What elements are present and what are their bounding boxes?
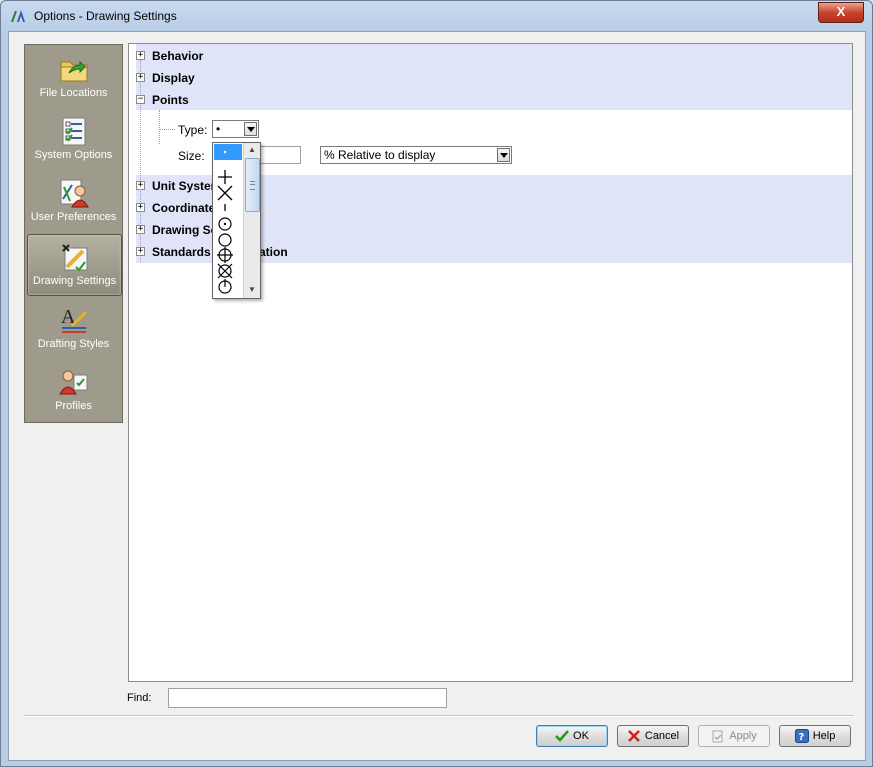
ok-button[interactable]: OK xyxy=(536,725,608,747)
apply-page-icon xyxy=(712,730,723,743)
circle-point-icon xyxy=(218,233,232,247)
title-bar: Options - Drawing Settings X xyxy=(1,1,872,31)
svg-text:?: ? xyxy=(798,732,804,743)
expand-icon[interactable]: + xyxy=(136,203,145,212)
nav-label: User Preferences xyxy=(30,211,117,223)
point-type-option-dot[interactable] xyxy=(214,144,242,160)
find-input[interactable] xyxy=(168,688,447,708)
nav-label: System Options xyxy=(34,149,113,161)
expand-icon[interactable]: + xyxy=(136,51,145,60)
folder-arrow-icon xyxy=(60,60,87,82)
x-point-icon xyxy=(217,185,233,201)
tick-point-icon xyxy=(224,204,226,211)
tree-node-label: Display xyxy=(152,71,195,85)
point-type-option-circle-x[interactable] xyxy=(214,263,242,279)
dropdown-scrollbar[interactable]: ▲ ▼ xyxy=(243,143,260,298)
point-type-dropdown-list[interactable]: ▲ ▼ xyxy=(212,142,261,299)
nav-label: Profiles xyxy=(55,400,92,412)
checklist-icon xyxy=(62,117,85,146)
tree-node-label: Drawing Se xyxy=(152,223,218,237)
nav-item-system-options[interactable]: System Options xyxy=(27,109,120,169)
point-type-option-x[interactable] xyxy=(214,184,242,202)
apply-button[interactable]: Apply xyxy=(698,725,770,747)
check-icon xyxy=(555,730,569,742)
dialog-client-area: File Locations System Options User Prefe… xyxy=(8,31,866,761)
window-title: Options - Drawing Settings xyxy=(34,9,177,23)
nav-label: Drafting Styles xyxy=(37,338,110,350)
tree-connector xyxy=(159,129,175,130)
type-label: Type: xyxy=(178,123,208,137)
options-window: Options - Drawing Settings X File Locati… xyxy=(0,0,873,767)
size-mode-combo[interactable]: % Relative to display xyxy=(320,146,512,164)
dropdown-arrow-icon[interactable] xyxy=(497,148,510,162)
scroll-down-icon[interactable]: ▼ xyxy=(245,283,259,297)
circle-tick-point-icon xyxy=(218,279,232,294)
help-icon: ? xyxy=(794,729,809,744)
nav-label: Drawing Settings xyxy=(32,275,117,287)
point-type-option-circle[interactable] xyxy=(214,232,242,248)
drafting-styles-icon: A xyxy=(61,306,87,333)
point-type-option-tick[interactable] xyxy=(214,202,242,214)
find-label: Find: xyxy=(127,692,152,704)
separator xyxy=(24,715,854,717)
point-type-option-circle-plus[interactable] xyxy=(214,247,242,263)
point-type-option-circle-dot[interactable] xyxy=(214,216,242,232)
size-mode-value: % Relative to display xyxy=(324,148,436,162)
point-type-option-circle-tick[interactable] xyxy=(214,279,242,295)
expand-icon[interactable]: + xyxy=(136,225,145,234)
nav-item-drafting-styles[interactable]: A Drafting Styles xyxy=(27,298,120,358)
nav-item-file-locations[interactable]: File Locations xyxy=(27,47,120,107)
circle-dot-point-icon xyxy=(218,217,232,231)
help-button[interactable]: ? Help xyxy=(779,725,851,747)
nav-item-drawing-settings[interactable]: Drawing Settings xyxy=(27,234,122,296)
scroll-up-icon[interactable]: ▲ xyxy=(245,143,259,157)
scroll-thumb[interactable] xyxy=(245,158,260,212)
tree-band-top xyxy=(136,44,852,110)
tree-node-label: Unit Systen xyxy=(152,179,219,193)
nav-label: File Locations xyxy=(39,87,108,99)
red-x-icon xyxy=(627,730,640,742)
cancel-button[interactable]: Cancel xyxy=(617,725,689,747)
settings-tree: + Behavior + Display − Points Type: • Si… xyxy=(128,43,853,682)
circle-x-point-icon xyxy=(217,263,233,279)
tree-node-label: Behavior xyxy=(152,49,204,63)
close-button[interactable]: X xyxy=(818,2,864,23)
point-type-value: • xyxy=(216,122,221,136)
tree-connector xyxy=(159,110,160,144)
expand-icon[interactable]: + xyxy=(136,73,145,82)
profiles-icon xyxy=(58,370,87,395)
tree-node-label-suffix: ation xyxy=(259,245,288,259)
dropdown-arrow-icon[interactable] xyxy=(244,122,257,136)
size-label: Size: xyxy=(178,149,205,163)
dot-point-icon xyxy=(223,150,227,154)
nav-item-user-preferences[interactable]: User Preferences xyxy=(27,171,120,231)
collapse-icon[interactable]: − xyxy=(136,95,145,104)
user-preferences-icon xyxy=(60,179,89,208)
app-logo-icon xyxy=(11,10,25,22)
options-category-nav: File Locations System Options User Prefe… xyxy=(24,44,123,423)
tree-node-label: Points xyxy=(152,93,189,107)
tree-node-label: Coordinate xyxy=(152,201,216,215)
circle-plus-point-icon xyxy=(217,247,233,263)
expand-icon[interactable]: + xyxy=(136,181,145,190)
point-type-combo[interactable]: • xyxy=(212,120,259,138)
drawing-settings-icon xyxy=(61,244,87,272)
nav-item-profiles[interactable]: Profiles xyxy=(27,360,120,420)
expand-icon[interactable]: + xyxy=(136,247,145,256)
